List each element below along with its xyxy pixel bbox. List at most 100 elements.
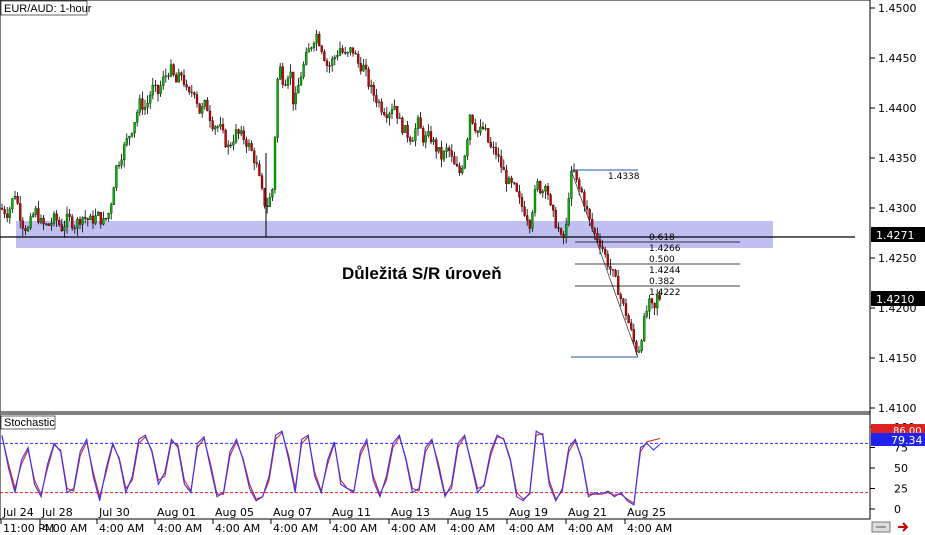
candle-down — [474, 123, 477, 132]
candle-up — [120, 159, 123, 166]
candle-up — [645, 311, 648, 317]
candle-up — [305, 51, 308, 65]
candle-up — [445, 147, 448, 152]
candle-down — [357, 54, 360, 64]
candle-up — [216, 126, 219, 128]
fib-high-label: 1.4338 — [608, 172, 640, 182]
candle-up — [531, 212, 534, 229]
candle-up — [143, 107, 147, 110]
scroll-icon[interactable] — [871, 521, 891, 533]
main-plot-frame — [0, 0, 871, 413]
candle-down — [385, 114, 388, 119]
fib-ratio-label: 0.500 — [649, 255, 675, 265]
candle-up — [643, 316, 646, 341]
candle-up — [390, 109, 394, 114]
candle-up — [125, 138, 128, 145]
candle-up — [377, 101, 381, 103]
candle-down — [71, 216, 74, 229]
candle-down — [250, 143, 253, 151]
y-tick-label: 1.4400 — [878, 102, 917, 115]
x-tick-date: Jul 28 — [41, 506, 73, 519]
candle-down — [55, 213, 58, 221]
candle-down — [156, 84, 160, 94]
candle-down — [583, 191, 586, 207]
candle-down — [580, 188, 583, 193]
candle-up — [461, 167, 464, 174]
candle-down — [73, 227, 76, 229]
candle-up — [289, 71, 292, 79]
candle-down — [19, 203, 22, 221]
candle-down — [518, 191, 521, 198]
candle-up — [479, 126, 482, 133]
candle-up — [331, 58, 334, 66]
candle-down — [448, 147, 451, 152]
candle-down — [341, 48, 344, 53]
candle-down — [320, 45, 323, 52]
candle-down — [627, 315, 630, 324]
x-tick-date: Aug 21 — [568, 506, 607, 519]
candle-up — [442, 151, 446, 160]
x-tick-time: 4:00 AM — [509, 522, 554, 535]
candle-up — [362, 64, 365, 72]
candle-up — [333, 56, 336, 60]
candle-down — [510, 177, 513, 183]
candle-up — [544, 186, 547, 192]
candle-down — [546, 186, 550, 195]
candle-down — [422, 128, 425, 143]
candle-down — [188, 87, 191, 93]
candle-down — [598, 239, 602, 247]
candle-down — [245, 139, 248, 147]
candle-up — [271, 189, 274, 198]
candle-down — [193, 92, 196, 95]
candle-up — [276, 79, 279, 138]
y-tick-label: 1.4300 — [878, 202, 917, 215]
candle-up — [567, 198, 570, 225]
candle-down — [180, 72, 183, 76]
candle-up — [146, 103, 149, 108]
candle-down — [185, 84, 188, 88]
fib-ratio-label: 0.618 — [649, 233, 675, 243]
candle-down — [526, 215, 529, 221]
candle-up — [302, 64, 305, 78]
candle-down — [323, 51, 326, 61]
candle-up — [89, 215, 92, 221]
candle-up — [640, 340, 643, 352]
candle-up — [294, 92, 297, 105]
y-tick-label: 1.4500 — [878, 2, 917, 15]
candle-up — [307, 48, 310, 53]
candle-up — [29, 216, 32, 229]
x-tick-date: Aug 05 — [215, 506, 254, 519]
candle-down — [84, 216, 87, 219]
candle-up — [427, 131, 430, 136]
candle-up — [414, 128, 417, 142]
candle-down — [650, 298, 654, 304]
candle-up — [424, 135, 427, 143]
candle-up — [34, 208, 37, 215]
candle-down — [229, 144, 232, 146]
candle-down — [429, 131, 433, 143]
candle-down — [328, 65, 331, 67]
candle-down — [221, 124, 225, 131]
candle-up — [240, 130, 243, 134]
candle-down — [528, 220, 531, 229]
candle-down — [281, 66, 284, 85]
candle-up — [123, 144, 126, 161]
candle-up — [26, 227, 30, 231]
candle-down — [617, 276, 620, 295]
candle-up — [468, 114, 472, 140]
candle-down — [606, 253, 609, 267]
candle-up — [234, 129, 238, 143]
candle-up — [136, 112, 139, 123]
x-tick-date: Aug 01 — [157, 506, 196, 519]
candle-down — [58, 220, 61, 225]
candle-up — [65, 213, 69, 227]
candle-down — [409, 137, 412, 142]
close-indicator-icon[interactable] — [896, 521, 909, 533]
candle-down — [435, 139, 438, 152]
candle-down — [141, 98, 144, 110]
candle-up — [648, 298, 651, 312]
candle-up — [310, 47, 313, 49]
candle-down — [99, 212, 102, 225]
x-tick-time: 4:00 AM — [157, 522, 202, 535]
candle-up — [164, 75, 167, 78]
